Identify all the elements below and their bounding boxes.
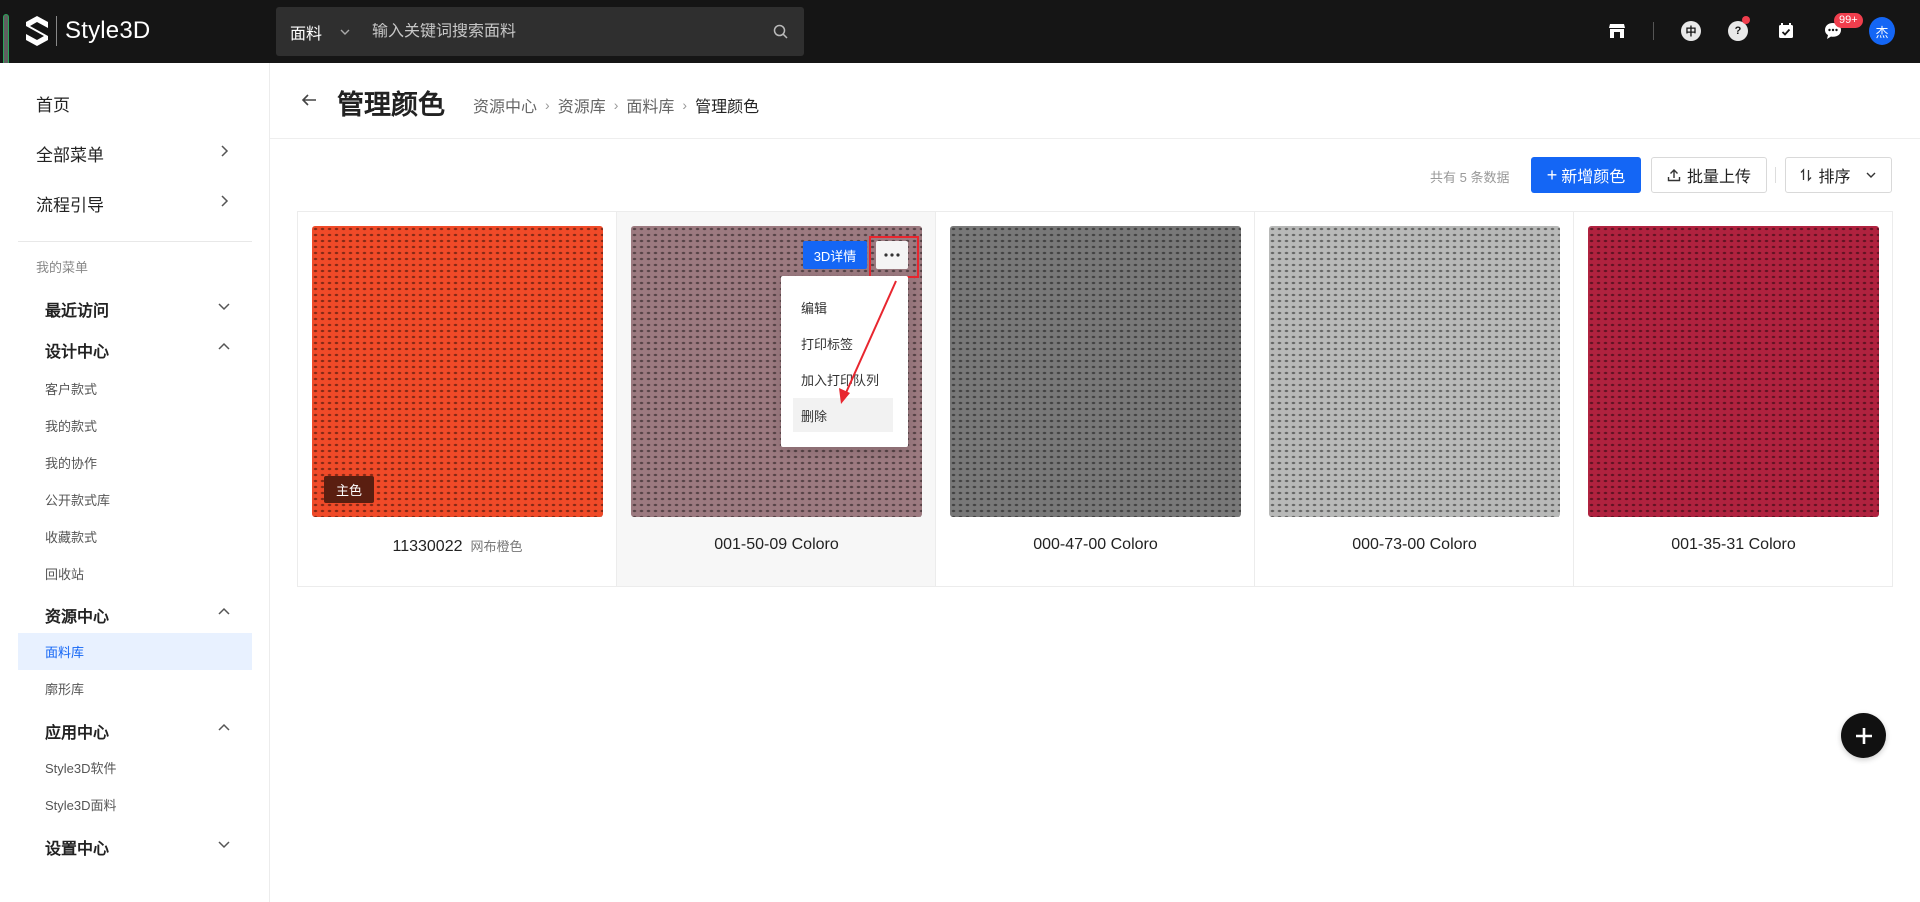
- color-code: 11330022: [392, 538, 463, 555]
- color-label: 000-73-00 Coloro: [1255, 536, 1574, 554]
- color-label: 11330022 网布橙色: [298, 536, 617, 556]
- message-badge: 99+: [1834, 13, 1863, 28]
- color-card[interactable]: 主色 11330022 网布橙色: [298, 212, 617, 586]
- main-color-tag: 主色: [324, 476, 375, 503]
- top-bar: Style3D 面料 中 ?: [0, 0, 1920, 82]
- color-label: 001-50-09 Coloro: [617, 536, 936, 554]
- chevron-down-icon: [1866, 172, 1875, 178]
- sidebar-item-flow-guide[interactable]: 流程引导: [36, 191, 104, 216]
- task-calendar-icon[interactable]: [1773, 18, 1799, 44]
- color-grid: 主色 11330022 网布橙色 001-50-09 Coloro 000-47-…: [297, 211, 1893, 587]
- breadcrumb-separator: ›: [613, 97, 619, 113]
- 3d-detail-button[interactable]: 3D详情: [803, 241, 867, 269]
- page-title: 管理颜色: [337, 90, 445, 120]
- sidebar-group-recent[interactable]: 最近访问: [45, 297, 109, 321]
- batch-upload-button[interactable]: 批量上传: [1651, 157, 1767, 193]
- divider: [1775, 167, 1776, 183]
- sidebar-group-resource[interactable]: 资源中心: [45, 603, 109, 627]
- sidebar-group-settings[interactable]: 设置中心: [45, 835, 109, 859]
- store-icon[interactable]: [1604, 18, 1630, 44]
- menu-item-print-label[interactable]: 打印标签: [793, 326, 893, 360]
- color-swatch[interactable]: 主色: [312, 226, 603, 517]
- page-header: 管理颜色 资源中心 › 资源库 › 面料库 › 管理颜色: [270, 63, 1920, 139]
- my-menu-caption: 我的菜单: [36, 260, 89, 275]
- sidebar: 首页 全部菜单 流程引导 我的菜单 最近访问 设计中心 客户款式 我的款式 我的…: [0, 63, 270, 902]
- breadcrumb-resource-center[interactable]: 资源中心: [473, 93, 537, 117]
- color-code: 001-35-31 Coloro: [1671, 536, 1796, 553]
- back-arrow-icon[interactable]: [300, 91, 318, 109]
- color-label: 000-47-00 Coloro: [936, 536, 1255, 554]
- color-swatch[interactable]: [1269, 226, 1560, 517]
- color-card[interactable]: 000-73-00 Coloro: [1255, 212, 1574, 586]
- chevron-up-icon[interactable]: [217, 605, 231, 619]
- chevron-up-icon[interactable]: [217, 340, 231, 354]
- user-avatar[interactable]: 杰: [1869, 17, 1895, 45]
- divider: [1653, 22, 1654, 40]
- divider: [18, 241, 252, 242]
- help-icon[interactable]: ?: [1725, 16, 1751, 44]
- sidebar-item-home[interactable]: 首页: [36, 91, 70, 116]
- chevron-up-icon[interactable]: [217, 721, 231, 735]
- color-code: 000-47-00 Coloro: [1033, 536, 1158, 553]
- sidebar-item-recycle-bin[interactable]: 回收站: [45, 564, 84, 583]
- notification-dot: [1742, 16, 1750, 24]
- sidebar-item-my-collab[interactable]: 我的协作: [45, 453, 97, 472]
- menu-item-delete[interactable]: 删除: [793, 398, 893, 432]
- sidebar-group-design[interactable]: 设计中心: [45, 338, 109, 362]
- color-swatch[interactable]: [950, 226, 1241, 517]
- language-icon[interactable]: 中: [1678, 18, 1704, 44]
- top-right-icons: 中 ? 99+ 杰: [0, 13, 1920, 45]
- record-count: 共有 5 条数据: [1430, 170, 1510, 185]
- chevron-down-icon[interactable]: [217, 837, 231, 851]
- sidebar-item-all-menu[interactable]: 全部菜单: [36, 141, 104, 166]
- message-icon[interactable]: 99+: [1820, 13, 1863, 44]
- color-name: 网布橙色: [470, 539, 523, 554]
- sidebar-item-fabric-library[interactable]: 面料库: [45, 642, 84, 661]
- plus-icon: +: [1546, 164, 1558, 185]
- chevron-right-icon[interactable]: [217, 144, 231, 158]
- color-code: 001-50-09 Coloro: [714, 536, 839, 553]
- breadcrumb-fabric-library[interactable]: 面料库: [626, 93, 674, 117]
- sidebar-item-silhouette-library[interactable]: 廓形库: [45, 679, 84, 698]
- annotation-highlight-box: [869, 236, 919, 278]
- color-swatch[interactable]: [1588, 226, 1879, 517]
- breadcrumb-separator: ›: [682, 97, 688, 113]
- upload-icon: [1667, 169, 1681, 182]
- menu-item-add-print-queue[interactable]: 加入打印队列: [793, 362, 893, 396]
- breadcrumb-resource-library[interactable]: 资源库: [558, 93, 606, 117]
- floating-add-button[interactable]: [1841, 713, 1886, 758]
- sidebar-item-public-styles[interactable]: 公开款式库: [45, 490, 110, 509]
- menu-item-edit[interactable]: 编辑: [793, 290, 893, 324]
- sidebar-item-favorites[interactable]: 收藏款式: [45, 527, 97, 546]
- breadcrumb: 资源中心 › 资源库 › 面料库 › 管理颜色: [473, 93, 759, 117]
- sidebar-item-style3d-fabric[interactable]: Style3D面料: [45, 795, 117, 814]
- breadcrumb-current: 管理颜色: [695, 99, 760, 116]
- color-card[interactable]: 000-47-00 Coloro: [936, 212, 1255, 586]
- color-label: 001-35-31 Coloro: [1574, 536, 1893, 554]
- chevron-down-icon[interactable]: [217, 299, 231, 313]
- sidebar-item-customer-styles[interactable]: 客户款式: [45, 379, 97, 398]
- breadcrumb-separator: ›: [545, 97, 550, 113]
- sort-dropdown[interactable]: 排序: [1785, 157, 1892, 193]
- add-color-button[interactable]: + 新增颜色: [1531, 157, 1641, 193]
- plus-icon: [1855, 727, 1872, 744]
- sort-icon: [1801, 168, 1812, 182]
- sidebar-item-my-styles[interactable]: 我的款式: [45, 416, 97, 435]
- sidebar-group-apps[interactable]: 应用中心: [45, 719, 109, 743]
- avatar: 杰: [1869, 17, 1895, 45]
- color-code: 000-73-00 Coloro: [1352, 536, 1477, 553]
- color-card[interactable]: 001-35-31 Coloro: [1574, 212, 1893, 586]
- context-menu: 编辑 打印标签 加入打印队列 删除: [781, 276, 908, 447]
- sidebar-item-style3d-software[interactable]: Style3D软件: [45, 758, 117, 777]
- chevron-right-icon[interactable]: [217, 194, 231, 208]
